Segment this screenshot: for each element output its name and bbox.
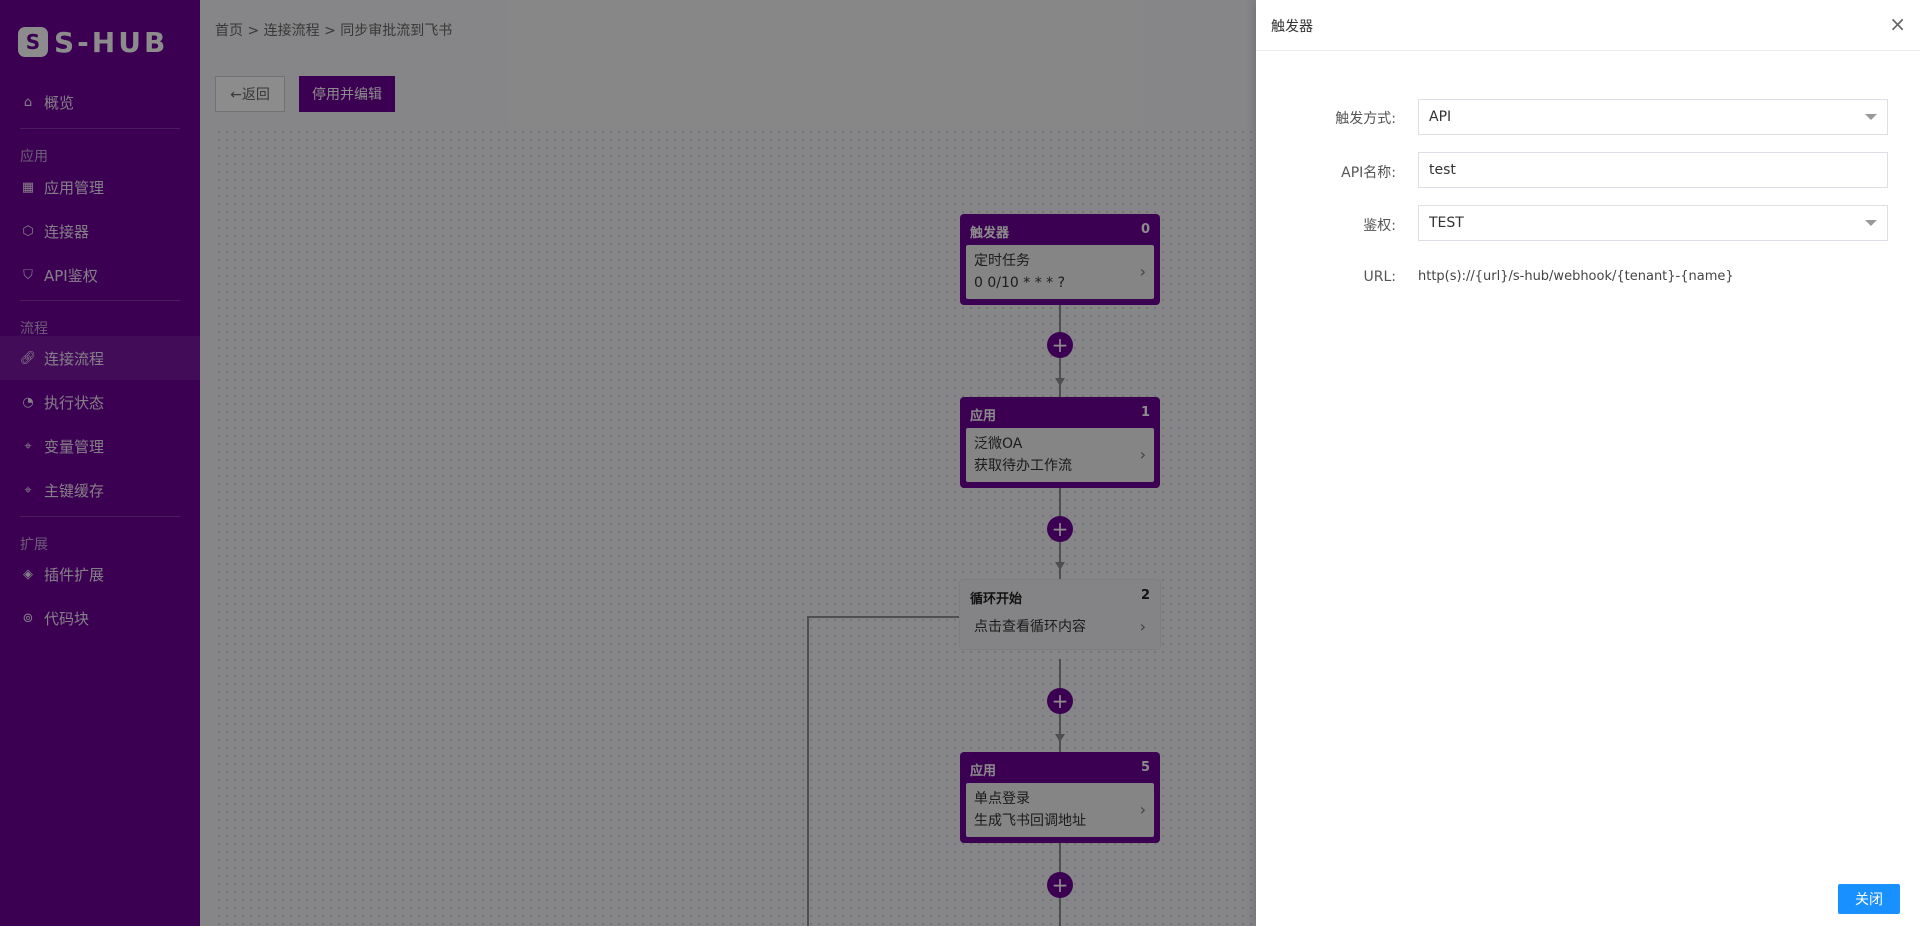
caret-down-icon <box>1865 114 1877 120</box>
caret-down-icon <box>1865 220 1877 226</box>
trigger-method-select[interactable]: API <box>1418 99 1888 135</box>
trigger-method-label: 触发方式: <box>1335 111 1396 127</box>
api-name-value: test <box>1429 162 1456 178</box>
api-name-label: API名称: <box>1341 165 1396 181</box>
close-icon[interactable]: × <box>1889 12 1906 36</box>
api-name-input[interactable]: test <box>1418 152 1888 188</box>
url-label: URL: <box>1363 269 1397 285</box>
url-value: http(s)://{url}/s-hub/webhook/{tenant}-{… <box>1418 269 1734 284</box>
modal-overlay[interactable] <box>0 0 1256 926</box>
close-button[interactable]: 关闭 <box>1838 884 1900 914</box>
trigger-method-value: API <box>1429 109 1452 125</box>
auth-value: TEST <box>1429 215 1464 231</box>
auth-select[interactable]: TEST <box>1418 205 1888 241</box>
drawer-header: 触发器 × <box>1256 0 1920 51</box>
auth-label: 鉴权: <box>1363 218 1396 234</box>
trigger-drawer: 触发器 × 触发方式: API API名称: test 鉴权: TEST URL… <box>1256 0 1920 926</box>
drawer-title: 触发器 <box>1271 19 1313 35</box>
